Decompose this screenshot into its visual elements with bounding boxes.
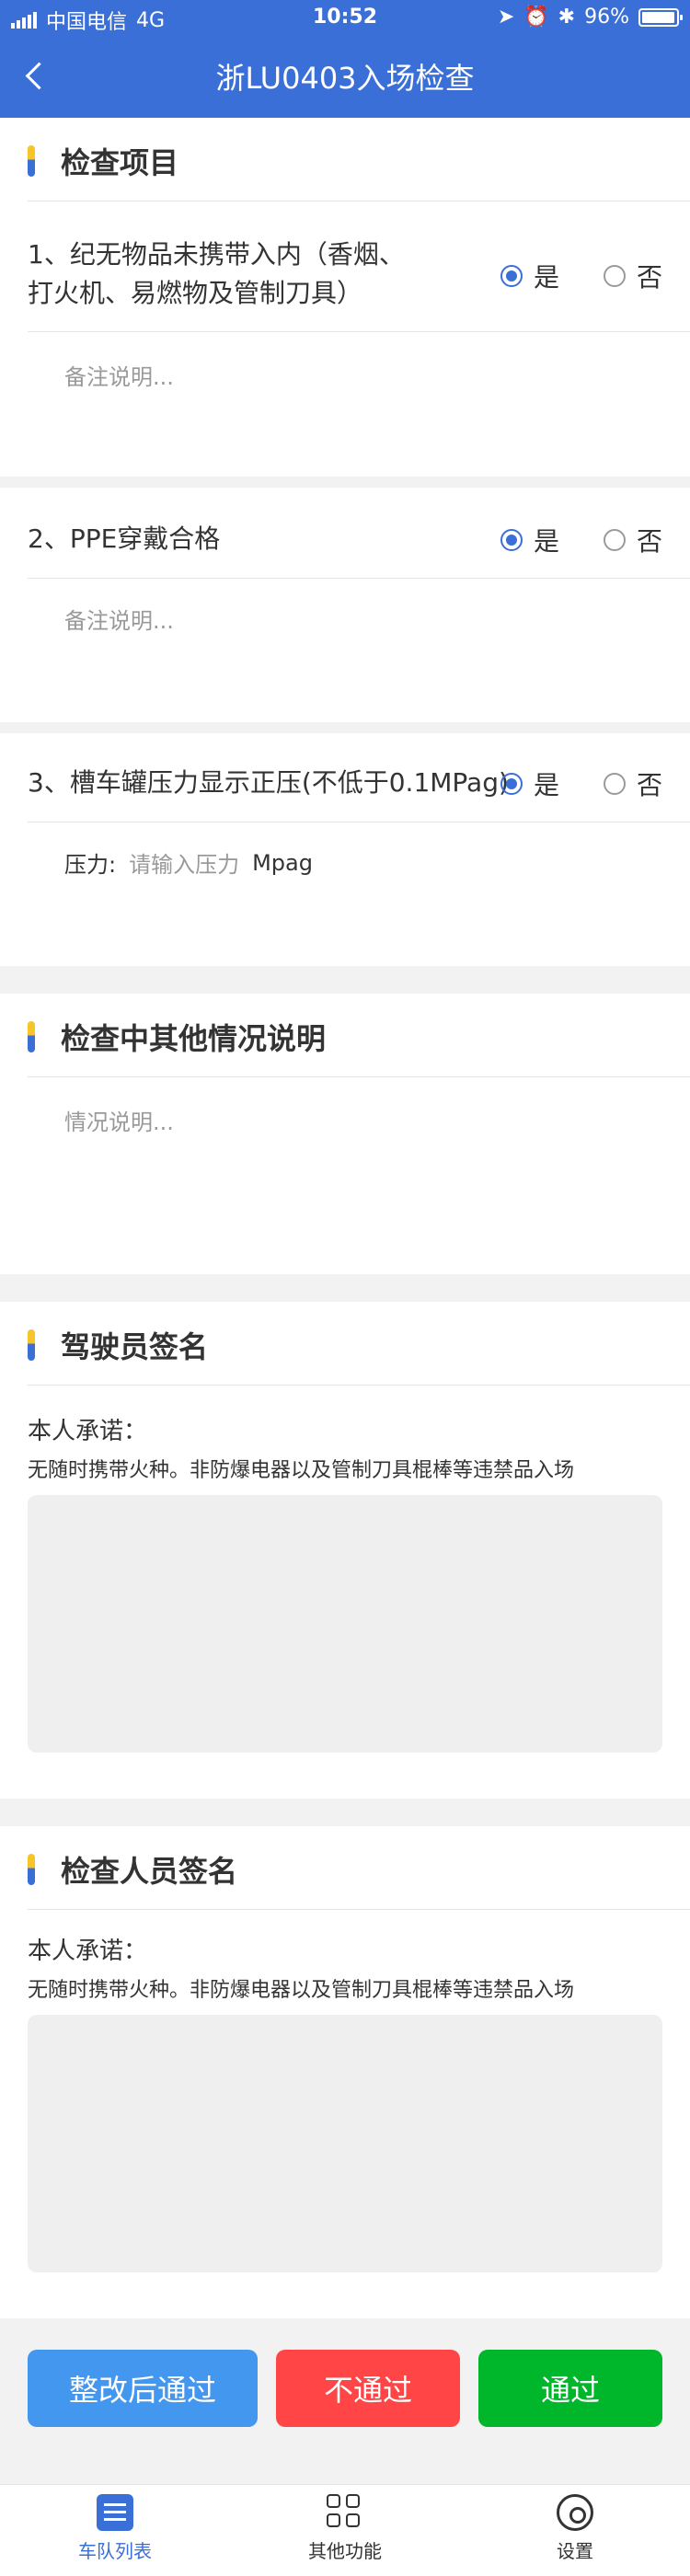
item-2-no-label[interactable]: 否 (637, 522, 662, 558)
divider (28, 578, 690, 579)
driver-signature-pad[interactable] (28, 1495, 662, 1753)
other-situation-input[interactable]: 情况说明... (64, 1104, 174, 1136)
location-icon: ➤ (497, 6, 515, 29)
section-gap (0, 966, 690, 994)
section-marker-icon (28, 1329, 35, 1361)
battery-fill (642, 11, 674, 23)
nav-bar: 浙LU0403入场检查 (0, 37, 690, 118)
item-1-yes-label[interactable]: 是 (534, 258, 559, 294)
grid-icon (327, 2494, 363, 2531)
section-gap (0, 477, 690, 488)
driver-section-title: 驾驶员签名 (0, 1302, 690, 1385)
pressure-label: 压力: (64, 852, 117, 878)
top-bar: 中国电信 4G 10:52 ➤ ⏰ ✱ 96% 浙LU0403入场检查 (0, 0, 690, 118)
section-marker-icon (28, 1021, 35, 1052)
item-1-note-input[interactable]: 备注说明... (64, 359, 174, 391)
section-gap (0, 1274, 690, 1302)
item-1-radio-group: 是 否 (500, 258, 662, 294)
divider (28, 1909, 690, 1910)
inspection-section-title: 检查项目 (0, 118, 690, 201)
pass-button[interactable]: 通过 (478, 2350, 662, 2427)
tab-bar: 车队列表 其他功能 设置 (0, 2484, 690, 2576)
rectify-pass-button[interactable]: 整改后通过 (28, 2350, 258, 2427)
driver-promise-text: 无随时携带火种。非防爆电器以及管制刀具棍棒等违禁品入场 (28, 1459, 575, 1482)
other-section-title: 检查中其他情况说明 (0, 994, 690, 1076)
item-3-no-radio[interactable] (603, 773, 626, 795)
inspector-promise-title: 本人承诺： (28, 1938, 148, 1965)
item-3-no-label[interactable]: 否 (637, 765, 662, 802)
reject-button[interactable]: 不通过 (276, 2350, 460, 2427)
tab-label: 设置 (557, 2540, 593, 2562)
inspector-signature-pad[interactable] (28, 2015, 662, 2272)
status-bar: 中国电信 4G 10:52 ➤ ⏰ ✱ 96% (0, 0, 690, 37)
section-title-text: 驾驶员签名 (61, 1329, 209, 1364)
item-3-yes-radio[interactable] (500, 773, 523, 795)
battery-icon (638, 7, 683, 27)
gear-icon (557, 2494, 593, 2531)
tab-fleet-list[interactable]: 车队列表 (0, 2494, 230, 2563)
item-1-text: 1、纪无物品未携带入内（香烟、 打火机、易燃物及管制刀具） (28, 236, 405, 313)
item-3-yes-label[interactable]: 是 (534, 765, 559, 802)
item-2-yes-radio[interactable] (500, 529, 523, 551)
inspector-section-title: 检查人员签名 (0, 1826, 690, 1909)
item-1-line-2: 打火机、易燃物及管制刀具） (28, 278, 363, 308)
tab-settings[interactable]: 设置 (460, 2494, 690, 2563)
item-2-text: 2、PPE穿戴合格 (28, 523, 221, 554)
tab-label: 车队列表 (78, 2540, 152, 2562)
battery-percent: 96% (584, 6, 629, 29)
item-1-yes-radio[interactable] (500, 265, 523, 287)
status-right: ➤ ⏰ ✱ 96% (497, 6, 683, 29)
item-2-radio-group: 是 否 (500, 522, 662, 558)
section-marker-icon (28, 145, 35, 177)
item-1-no-radio[interactable] (603, 265, 626, 287)
section-title-text: 检查人员签名 (61, 1854, 238, 1889)
bluetooth-icon: ✱ (558, 6, 576, 29)
divider (28, 1385, 690, 1386)
item-3-text: 3、槽车罐压力显示正压(不低于0.1MPag) (28, 767, 509, 798)
section-title-text: 检查中其他情况说明 (61, 1021, 327, 1056)
item-2-yes-label[interactable]: 是 (534, 522, 559, 558)
section-gap (0, 722, 690, 733)
tab-other-functions[interactable]: 其他功能 (230, 2494, 460, 2563)
section-title-text: 检查项目 (61, 145, 179, 180)
tab-label: 其他功能 (308, 2540, 382, 2562)
item-3-radio-group: 是 否 (500, 765, 662, 802)
divider (28, 331, 690, 332)
action-bar: 整改后通过 不通过 通过 (0, 2318, 690, 2484)
pressure-unit: Mpag (252, 849, 313, 876)
pressure-row: 压力: 请输入压力 Mpag (64, 846, 313, 879)
pressure-input[interactable]: 请输入压力 (129, 846, 239, 879)
list-icon (97, 2494, 133, 2531)
alarm-icon: ⏰ (523, 6, 549, 29)
section-gap (0, 1799, 690, 1826)
divider (28, 1076, 690, 1077)
page-title: 浙LU0403入场检查 (215, 61, 475, 96)
item-2-no-radio[interactable] (603, 529, 626, 551)
section-marker-icon (28, 1854, 35, 1885)
driver-promise-title: 本人承诺： (28, 1418, 148, 1445)
item-2-note-input[interactable]: 备注说明... (64, 603, 174, 635)
inspector-promise-text: 无随时携带火种。非防爆电器以及管制刀具棍棒等违禁品入场 (28, 1979, 575, 2002)
item-1-no-label[interactable]: 否 (637, 258, 662, 294)
item-1-line-1: 1、纪无物品未携带入内（香烟、 (28, 239, 405, 270)
